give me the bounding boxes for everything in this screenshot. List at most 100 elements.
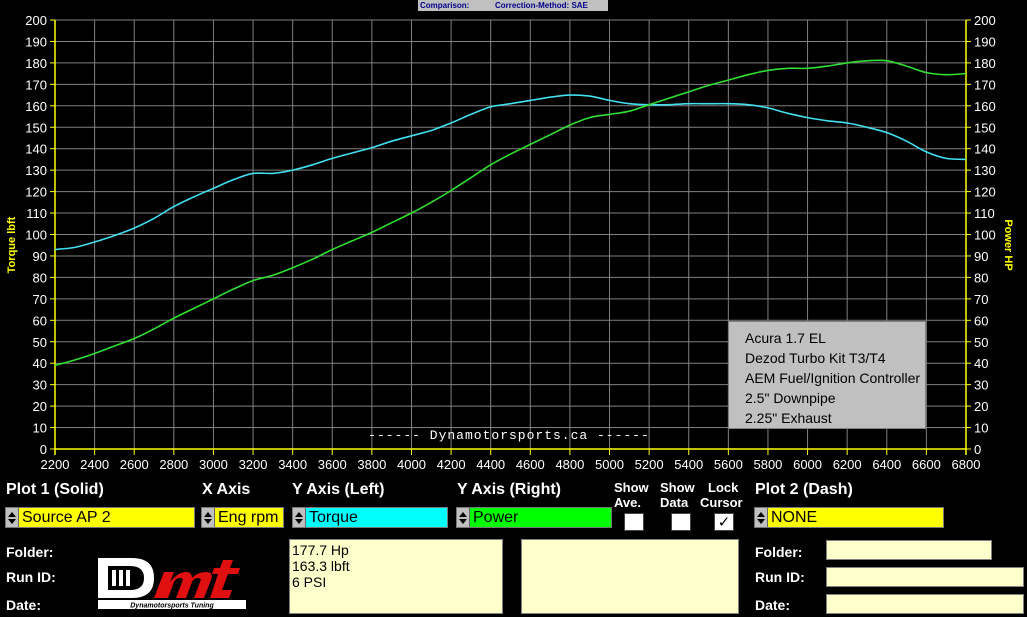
right-tick-label: 200 bbox=[974, 13, 996, 28]
left-tick-label: 0 bbox=[40, 442, 47, 457]
plot2-spinner[interactable] bbox=[755, 508, 768, 527]
left-tick-label: 100 bbox=[25, 228, 47, 243]
left-tick-label: 180 bbox=[25, 56, 47, 71]
lock-cursor-label-bottom: Cursor bbox=[700, 495, 743, 510]
x-tick-label: 5200 bbox=[635, 457, 664, 472]
comparison-caption: Comparison: Correction-Method: SAE bbox=[418, 0, 608, 11]
plot2-result-panel bbox=[521, 539, 739, 614]
right-tick-label: 40 bbox=[974, 356, 988, 371]
yaxis-right-select[interactable]: Power bbox=[456, 507, 612, 528]
show-data-label-bottom: Data bbox=[660, 495, 689, 510]
top-caption-bar: Comparison: Correction-Method: SAE bbox=[0, 0, 1027, 11]
note-line: 2.25" Exhaust bbox=[745, 410, 832, 426]
show-data-label-top: Show bbox=[660, 480, 695, 495]
runid-label-left: Run ID: bbox=[6, 569, 56, 585]
note-line: Dezod Turbo Kit T3/T4 bbox=[745, 350, 886, 366]
x-tick-label: 5600 bbox=[714, 457, 743, 472]
left-tick-label: 70 bbox=[33, 292, 47, 307]
yaxis-left-label: Y Axis (Left) bbox=[292, 481, 385, 498]
dmt-logo: Dynamotorsports Tuning bbox=[92, 548, 252, 612]
correction-method-label: Correction-Method: SAE bbox=[495, 1, 588, 10]
xaxis-label: X Axis bbox=[202, 481, 251, 498]
folder-field-right[interactable] bbox=[826, 540, 992, 560]
control-panel: Plot 1 (Solid) X Axis Y Axis (Left) Y Ax… bbox=[0, 478, 1027, 617]
left-tick-label: 140 bbox=[25, 142, 47, 157]
x-tick-label: 6600 bbox=[912, 457, 941, 472]
result-torque: 163.3 lbft bbox=[292, 558, 350, 574]
left-tick-label: 170 bbox=[25, 77, 47, 92]
plot1-label: Plot 1 (Solid) bbox=[6, 481, 104, 498]
x-tick-label: 3200 bbox=[239, 457, 268, 472]
xaxis-spinner[interactable] bbox=[202, 508, 215, 527]
x-tick-label: 3800 bbox=[357, 457, 386, 472]
left-y-ticks: 0102030405060708090100110120130140150160… bbox=[25, 13, 55, 457]
plot2-select[interactable]: NONE bbox=[754, 507, 944, 528]
runid-label-right: Run ID: bbox=[755, 569, 805, 585]
right-axis-title: Power HP bbox=[1002, 219, 1014, 270]
yaxis-right-label: Y Axis (Right) bbox=[457, 481, 562, 498]
x-tick-label: 6000 bbox=[793, 457, 822, 472]
left-tick-label: 40 bbox=[33, 356, 47, 371]
x-tick-label: 4600 bbox=[516, 457, 545, 472]
right-tick-label: 150 bbox=[974, 120, 996, 135]
note-line: Acura 1.7 EL bbox=[745, 330, 826, 346]
folder-label-right: Folder: bbox=[755, 544, 803, 560]
left-tick-label: 60 bbox=[33, 313, 47, 328]
yaxis-left-select[interactable]: Torque bbox=[292, 507, 448, 528]
left-tick-label: 90 bbox=[33, 249, 47, 264]
x-tick-label: 6200 bbox=[833, 457, 862, 472]
x-tick-label: 4800 bbox=[555, 457, 584, 472]
date-field-right[interactable] bbox=[826, 594, 1024, 614]
left-tick-label: 80 bbox=[33, 270, 47, 285]
right-tick-label: 110 bbox=[974, 206, 995, 221]
x-tick-label: 4000 bbox=[397, 457, 426, 472]
yaxis-right-value: Power bbox=[473, 508, 519, 526]
plot1-select[interactable]: Source AP 2 bbox=[5, 507, 195, 528]
x-tick-label: 6800 bbox=[952, 457, 981, 472]
x-tick-label: 5000 bbox=[595, 457, 624, 472]
x-tick-label: 2600 bbox=[120, 457, 149, 472]
right-tick-label: 190 bbox=[974, 34, 996, 49]
x-tick-label: 4200 bbox=[437, 457, 466, 472]
xaxis-select[interactable]: Eng rpm bbox=[201, 507, 284, 528]
watermark-text: ------ Dynamotorsports.ca ------ bbox=[368, 428, 650, 443]
x-tick-label: 2400 bbox=[80, 457, 109, 472]
date-label-left: Date: bbox=[6, 597, 42, 613]
right-tick-label: 60 bbox=[974, 313, 988, 328]
right-tick-label: 80 bbox=[974, 270, 988, 285]
x-tick-label: 2800 bbox=[159, 457, 188, 472]
xaxis-value: Eng rpm bbox=[218, 508, 279, 526]
left-tick-label: 130 bbox=[25, 163, 47, 178]
result-power: 177.7 Hp bbox=[292, 542, 349, 558]
folder-label-left: Folder: bbox=[6, 544, 54, 560]
yaxis-left-spinner[interactable] bbox=[293, 508, 306, 527]
right-tick-label: 120 bbox=[974, 185, 996, 200]
dyno-chart-panel: 0 10 20 30 40 50 60 70 80 90 100 110 120 130 140 150 160… bbox=[0, 11, 1027, 478]
show-data-checkbox[interactable] bbox=[671, 513, 691, 531]
plot2-label: Plot 2 (Dash) bbox=[755, 481, 853, 498]
left-tick-label: 160 bbox=[25, 99, 47, 114]
yaxis-left-value: Torque bbox=[309, 508, 358, 526]
left-tick-label: 200 bbox=[25, 13, 47, 28]
right-tick-label: 90 bbox=[974, 249, 988, 264]
plot1-value: Source AP 2 bbox=[22, 508, 111, 526]
right-tick-label: 0 bbox=[974, 442, 981, 457]
x-ticks: 2200 2400 2600 2800 3000 3200 3400 3600 3800 4000… bbox=[41, 449, 981, 472]
x-tick-label: 5400 bbox=[674, 457, 703, 472]
result-panel: 177.7 Hp 163.3 lbft 6 PSI bbox=[289, 539, 503, 614]
yaxis-right-spinner[interactable] bbox=[457, 508, 470, 527]
run-notes-box: Acura 1.7 EL Dezod Turbo Kit T3/T4 AEM F… bbox=[728, 321, 926, 429]
show-ave-checkbox[interactable] bbox=[624, 513, 644, 531]
x-tick-label: 3400 bbox=[278, 457, 307, 472]
right-tick-label: 100 bbox=[974, 228, 996, 243]
right-tick-label: 170 bbox=[974, 77, 996, 92]
lock-cursor-label-top: Lock bbox=[708, 480, 739, 495]
runid-field-right[interactable] bbox=[826, 567, 1024, 587]
series-line-torque bbox=[54, 94, 967, 251]
left-tick-label: 110 bbox=[26, 206, 47, 221]
right-tick-label: 30 bbox=[974, 378, 988, 393]
lock-cursor-checkbox[interactable]: ✓ bbox=[714, 513, 734, 531]
note-line: AEM Fuel/Ignition Controller bbox=[745, 370, 921, 386]
left-tick-label: 30 bbox=[33, 378, 47, 393]
plot1-spinner[interactable] bbox=[6, 508, 19, 527]
